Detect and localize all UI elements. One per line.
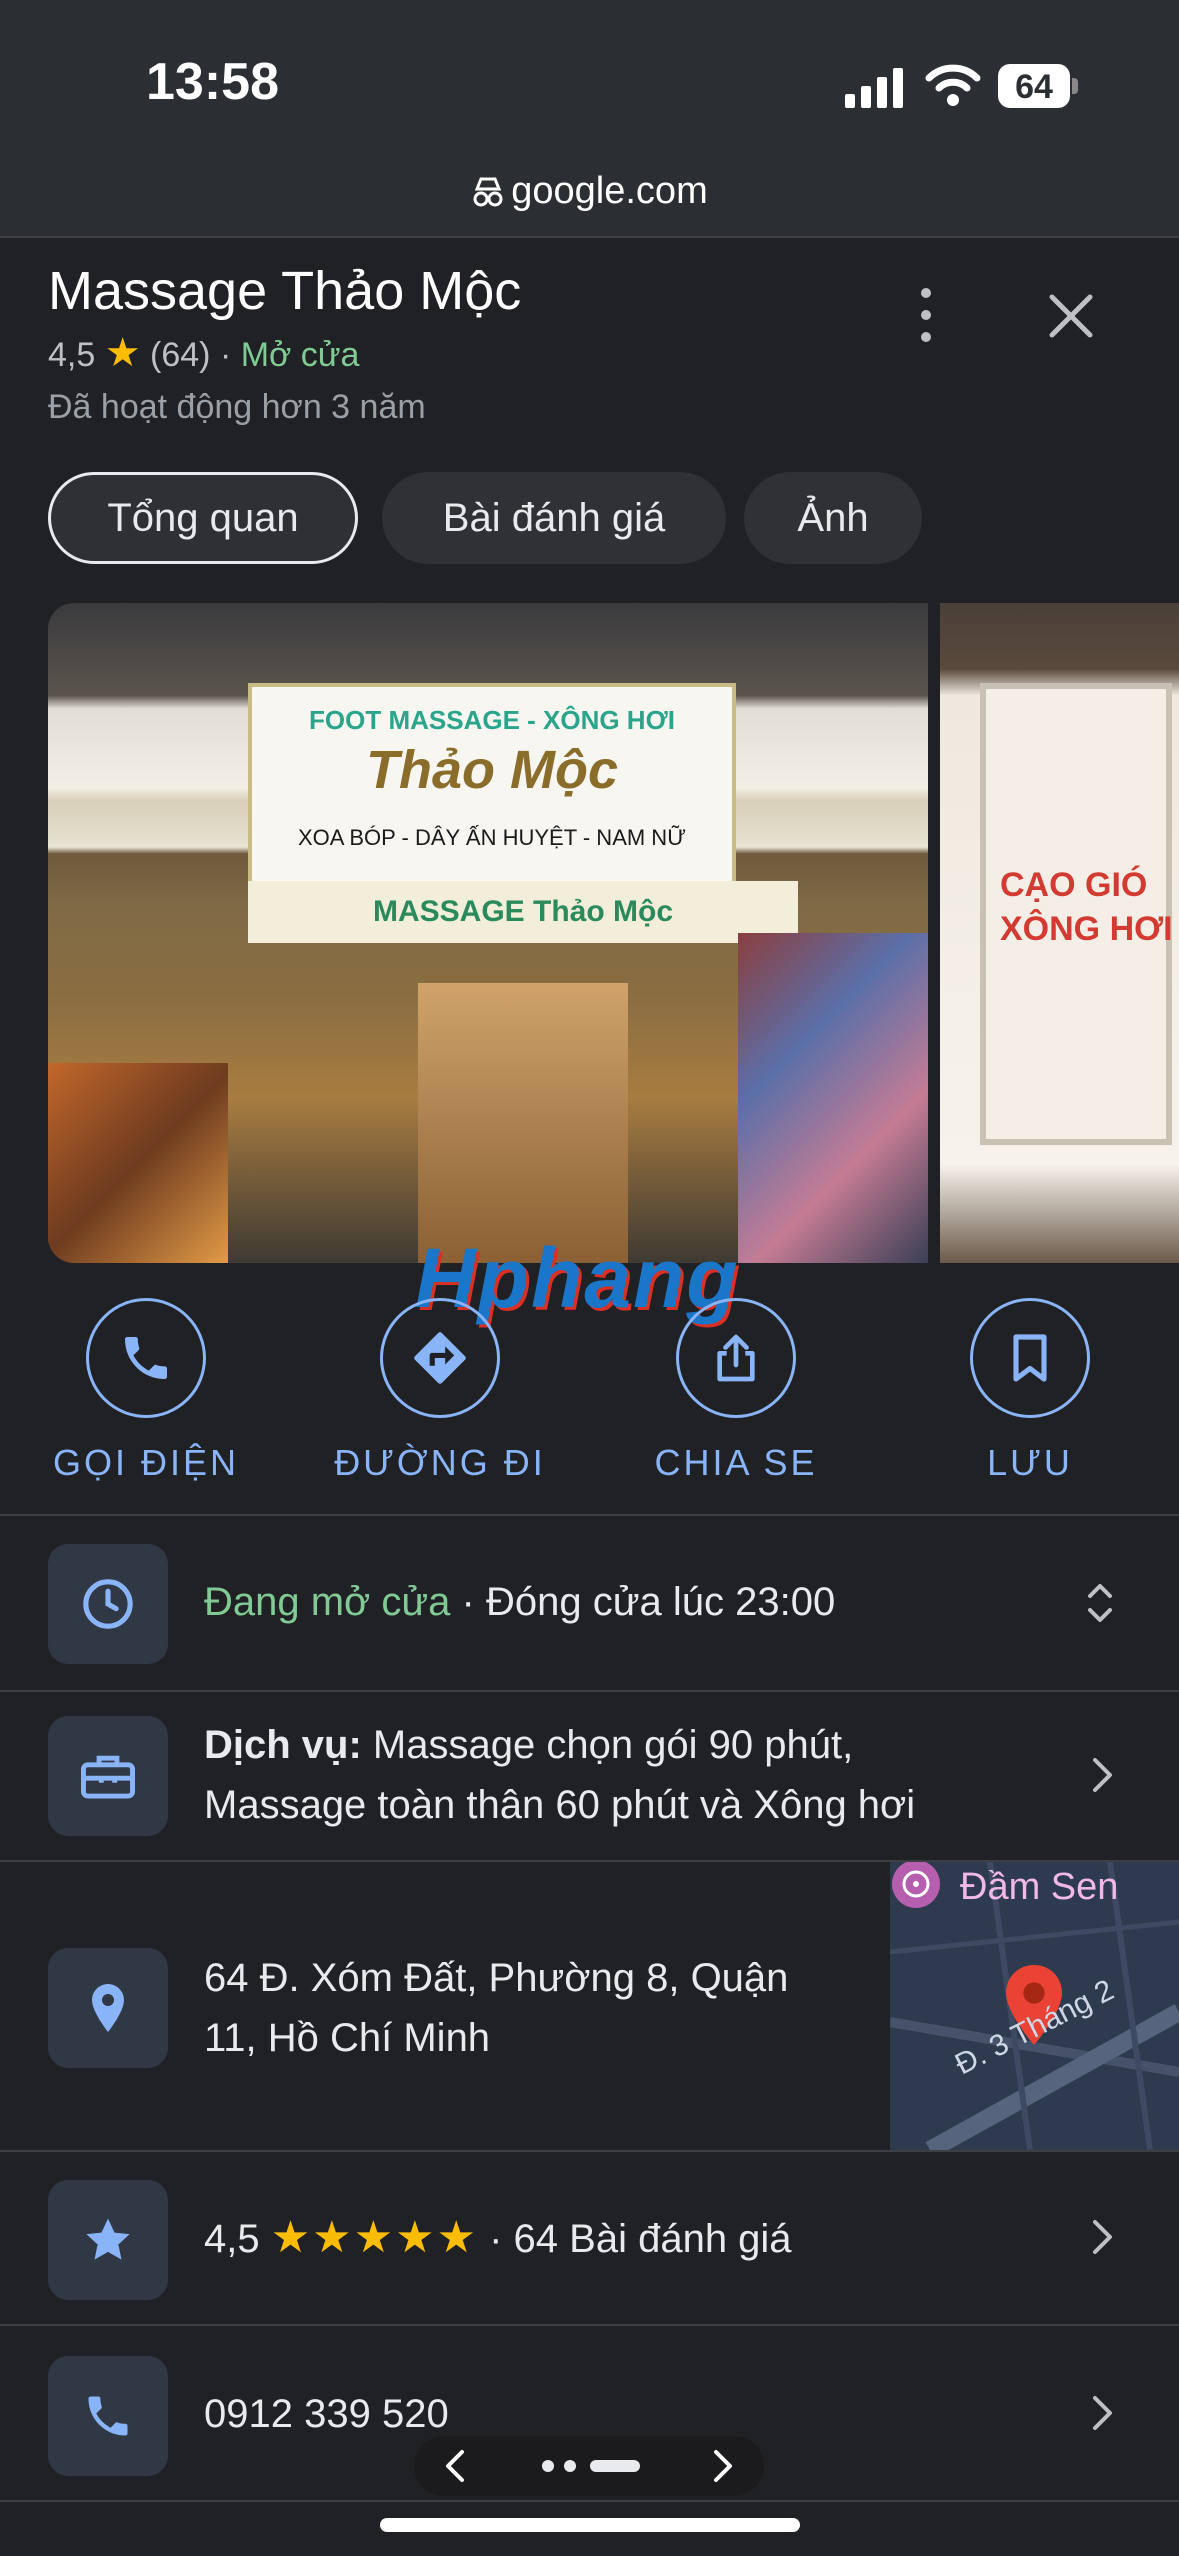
amusement-park-icon <box>892 1862 940 1908</box>
shop-door <box>418 983 628 1263</box>
star-outline-icon <box>86 2218 130 2260</box>
page-dot <box>542 2460 554 2472</box>
tab-reviews[interactable]: Bài đánh giá <box>382 472 726 564</box>
neighbor-shop <box>738 933 928 1263</box>
chevron-right-icon[interactable] <box>702 2446 742 2486</box>
place-title: Massage Thảo Mộc <box>48 261 522 321</box>
closing-time: Đóng cửa lúc 23:00 <box>485 1580 836 1624</box>
share-circle <box>676 1298 796 1418</box>
open-now: Đang mở cửa <box>204 1580 451 1624</box>
save-label: LƯU <box>987 1442 1073 1483</box>
more-options-icon[interactable] <box>900 285 952 345</box>
divider <box>0 2500 1179 2502</box>
clock-icon-box <box>48 1544 168 1664</box>
expand-icon[interactable] <box>1082 1578 1118 1628</box>
briefcase-icon <box>81 1755 135 1799</box>
tab-photos[interactable]: Ảnh <box>744 472 922 564</box>
chevron-right-icon[interactable] <box>1082 2214 1122 2260</box>
services-row[interactable]: Dịch vụ: Massage chọn gói 90 phút, Massa… <box>0 1690 1179 1860</box>
status-bar: 13:58 64 google.com <box>0 0 1179 236</box>
share-button[interactable]: CHIA SE <box>616 1298 856 1484</box>
url-domain: google.com <box>511 170 708 212</box>
star-icon-box <box>48 2180 168 2300</box>
phone-icon <box>125 1337 167 1379</box>
directions-icon <box>414 1332 466 1384</box>
rating-value: 4,5 <box>48 336 96 374</box>
share-label: CHIA SE <box>654 1442 818 1483</box>
shop-sign: FOOT MASSAGE - XÔNG HƠI Thảo Mộc XOA BÓP… <box>248 683 736 896</box>
sign-text-3: XOA BÓP - DÂY ẤN HUYỆT - NAM NỮ <box>298 825 686 850</box>
reviews-row[interactable]: 4,5 ★★★★★ · 64 Bài đánh giá <box>0 2150 1179 2324</box>
cellular-signal-icon <box>845 68 903 108</box>
dot-separator: · <box>219 336 232 374</box>
reviews-rating: 4,5 <box>204 2217 260 2261</box>
phone-icon <box>88 2396 128 2436</box>
address-text: 64 Đ. Xóm Đất, Phường 8, Quận 11, Hồ Chí… <box>204 1948 788 2068</box>
call-label: GỌI ĐIỆN <box>52 1442 240 1483</box>
share-icon <box>717 1334 755 1382</box>
hours-row[interactable]: Đang mở cửa · Đóng cửa lúc 23:00 <box>0 1514 1179 1690</box>
save-button[interactable]: LƯU <box>910 1298 1150 1484</box>
rating-summary[interactable]: 4,5 ★ (64) · Mở cửa <box>48 330 359 376</box>
years-active: Đã hoạt động hơn 3 năm <box>48 388 426 426</box>
second-photo[interactable]: CẠO GIÓ XÔNG HƠI <box>940 603 1179 1263</box>
divider <box>0 236 1179 238</box>
map-place-label: Đầm Sen <box>960 1866 1119 1908</box>
tab-overview[interactable]: Tổng quan <box>48 472 358 564</box>
chevron-right-icon[interactable] <box>1082 2390 1122 2436</box>
reviews-text: 4,5 ★★★★★ · 64 Bài đánh giá <box>204 2208 792 2269</box>
services-icon-box <box>48 1716 168 1836</box>
page-dot <box>564 2460 576 2472</box>
star-icon: ★ <box>104 331 141 375</box>
bookmark-circle <box>970 1298 1090 1418</box>
bookmark-icon <box>1013 1334 1047 1382</box>
hours-separator: · <box>450 1580 486 1624</box>
phone-number: 0912 339 520 <box>204 2392 449 2436</box>
phone-icon-box <box>48 2356 168 2476</box>
address-line2: 11, Hồ Chí Minh <box>204 2016 491 2060</box>
window-text: CẠO GIÓ XÔNG HƠI <box>1000 866 1173 948</box>
close-icon[interactable] <box>1040 285 1102 347</box>
chevron-left-icon[interactable] <box>436 2446 476 2486</box>
home-indicator[interactable] <box>380 2518 800 2532</box>
review-count: (64) <box>150 336 211 374</box>
site-settings-icon <box>473 177 503 207</box>
address-line1: 64 Đ. Xóm Đất, Phường 8, Quận <box>204 1956 789 2000</box>
reviews-count: 64 Bài đánh giá <box>513 2217 792 2261</box>
hours-text: Đang mở cửa · Đóng cửa lúc 23:00 <box>204 1572 835 1632</box>
open-status: Mở cửa <box>240 336 360 374</box>
phone-circle <box>86 1298 206 1418</box>
directions-circle <box>380 1298 500 1418</box>
call-button[interactable]: GỌI ĐIỆN <box>26 1298 266 1484</box>
sign-text-2: Thảo Mộc <box>366 740 618 800</box>
sign-text-1: FOOT MASSAGE - XÔNG HƠI <box>309 705 675 735</box>
page-navigator <box>414 2436 764 2496</box>
battery-level: 64 <box>1015 68 1053 106</box>
clock-icon <box>83 1579 133 1629</box>
location-icon-box <box>48 1948 168 2068</box>
services-line1: Massage chọn gói 90 phút, <box>361 1723 854 1767</box>
location-pin-icon <box>92 1984 124 2032</box>
chevron-right-icon[interactable] <box>1082 1752 1122 1798</box>
services-text: Dịch vụ: Massage chọn gói 90 phút, Massa… <box>204 1715 915 1835</box>
battery-icon: 64 <box>998 64 1078 108</box>
shop-front-left <box>48 1063 228 1263</box>
status-time: 13:58 <box>146 53 279 111</box>
directions-button[interactable]: ĐƯỜNG ĐI <box>320 1298 560 1484</box>
shop-banner: MASSAGE Thảo Mộc <box>248 881 798 943</box>
wifi-icon <box>925 64 981 106</box>
url-bar[interactable]: google.com <box>0 170 1179 213</box>
services-line2: Massage toàn thân 60 phút và Xông hơi <box>204 1783 916 1827</box>
reviews-separator: · <box>489 2217 503 2261</box>
services-label: Dịch vụ: <box>204 1723 362 1767</box>
rating-stars: ★★★★★ <box>270 2213 478 2262</box>
storefront-photo[interactable]: FOOT MASSAGE - XÔNG HƠI Thảo Mộc XOA BÓP… <box>48 603 928 1263</box>
directions-label: ĐƯỜNG ĐI <box>334 1442 546 1483</box>
page-dot-active <box>590 2460 640 2472</box>
map-thumbnail[interactable]: Đầm Sen Đ. 3 Tháng 2 <box>890 1862 1179 2150</box>
